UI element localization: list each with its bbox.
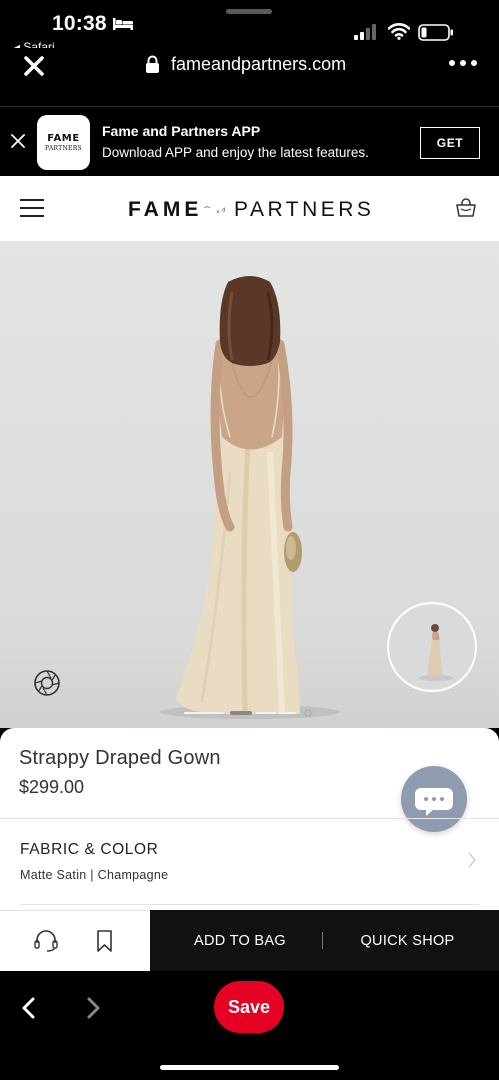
status-bar: 10:38 ◂ Safari bbox=[0, 0, 499, 54]
wifi-icon bbox=[388, 23, 410, 40]
signal-icon bbox=[354, 24, 376, 40]
back-icon[interactable] bbox=[20, 997, 36, 1019]
product-price: $299.00 bbox=[19, 777, 85, 797]
app-install-banner: FAME PARTNERS Fame and Partners APP Down… bbox=[0, 106, 499, 176]
menu-icon[interactable] bbox=[20, 199, 44, 217]
divider bbox=[20, 904, 479, 905]
fabric-color-value: Matte Satin | Champagne bbox=[20, 868, 169, 882]
product-details-sheet: Strappy Draped Gown $299.00 FABRIC & COL… bbox=[0, 728, 499, 910]
more-icon[interactable] bbox=[448, 56, 478, 70]
get-app-button[interactable]: GET bbox=[420, 127, 480, 159]
product-name: Strappy Draped Gown bbox=[19, 747, 221, 769]
brand-fame: FAME bbox=[128, 198, 203, 221]
product-image[interactable] bbox=[0, 242, 499, 728]
action-separator bbox=[322, 932, 323, 949]
fabric-color-label[interactable]: FABRIC & COLOR bbox=[20, 841, 158, 859]
thumbnail-model-icon bbox=[418, 624, 454, 681]
lock-icon bbox=[146, 55, 159, 73]
home-indicator bbox=[160, 1065, 339, 1070]
forward-icon[interactable] bbox=[86, 997, 102, 1019]
app-logo-line1: FAME bbox=[47, 133, 80, 144]
banner-close-icon[interactable] bbox=[11, 134, 25, 148]
divider bbox=[0, 818, 499, 819]
chat-bubble-icon bbox=[415, 788, 453, 816]
chevron-right-icon[interactable] bbox=[467, 852, 477, 868]
model-in-gown-image bbox=[160, 276, 340, 719]
brand-and: ⁀ ₙᵈ bbox=[204, 208, 228, 215]
add-to-bag-button[interactable]: ADD TO BAG bbox=[150, 910, 330, 971]
brand-partners: PARTNERS bbox=[234, 198, 375, 221]
status-time: 10:38 bbox=[52, 12, 107, 35]
banner-title: Fame and Partners APP bbox=[102, 123, 261, 139]
top-grabber bbox=[226, 9, 272, 14]
ar-view-icon[interactable] bbox=[33, 669, 61, 697]
product-action-bar: ADD TO BAG QUICK SHOP bbox=[0, 910, 499, 971]
brand-logo[interactable]: FAME ⁀ ₙᵈ PARTNERS bbox=[128, 198, 374, 222]
url-text[interactable]: fameandpartners.com bbox=[171, 54, 346, 75]
quick-shop-button[interactable]: QUICK SHOP bbox=[330, 910, 485, 971]
support-icon[interactable] bbox=[34, 930, 58, 952]
app-logo-line2: PARTNERS bbox=[45, 145, 82, 152]
battery-icon bbox=[418, 24, 453, 41]
banner-subtitle: Download APP and enjoy the latest featur… bbox=[102, 145, 369, 160]
close-icon[interactable] bbox=[22, 54, 46, 78]
app-logo: FAME PARTNERS bbox=[37, 115, 90, 170]
save-button[interactable]: Save bbox=[214, 981, 284, 1033]
thumbnail-image[interactable] bbox=[387, 602, 477, 692]
action-icons bbox=[0, 910, 150, 971]
carousel-dots[interactable] bbox=[184, 709, 314, 717]
bookmark-icon[interactable] bbox=[96, 930, 113, 952]
site-header: FAME ⁀ ₙᵈ PARTNERS bbox=[0, 176, 499, 242]
chat-button[interactable] bbox=[401, 766, 467, 832]
bed-icon bbox=[113, 18, 133, 30]
browser-url-bar: fameandpartners.com bbox=[0, 48, 499, 106]
bag-icon[interactable] bbox=[455, 198, 477, 218]
bottom-browser-bar: Save bbox=[0, 971, 499, 1080]
